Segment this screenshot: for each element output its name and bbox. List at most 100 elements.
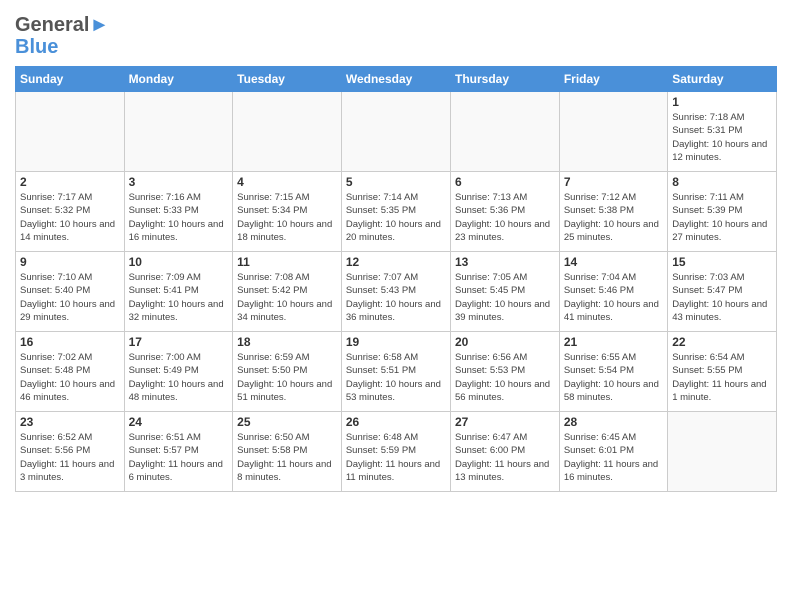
- day-number: 5: [346, 175, 446, 189]
- calendar-cell: 16 Sunrise: 7:02 AM Sunset: 5:48 PM Dayli…: [16, 332, 125, 412]
- day-info: Sunrise: 6:55 AM Sunset: 5:54 PM Dayligh…: [564, 351, 663, 404]
- calendar-cell: 28Sunrise: 6:45 AM Sunset: 6:01 PM Dayli…: [559, 412, 667, 492]
- day-info: Sunrise: 6:56 AM Sunset: 5:53 PM Dayligh…: [455, 351, 555, 404]
- calendar-cell: 27Sunrise: 6:47 AM Sunset: 6:00 PM Dayli…: [450, 412, 559, 492]
- day-info: Sunrise: 6:58 AM Sunset: 5:51 PM Dayligh…: [346, 351, 446, 404]
- day-info: Sunrise: 7:12 AM Sunset: 5:38 PM Dayligh…: [564, 191, 663, 244]
- calendar-cell: [668, 412, 777, 492]
- calendar-cell: 6Sunrise: 7:13 AM Sunset: 5:36 PM Daylig…: [450, 172, 559, 252]
- day-info: Sunrise: 6:51 AM Sunset: 5:57 PM Dayligh…: [129, 431, 229, 484]
- day-info: Sunrise: 6:52 AM Sunset: 5:56 PM Dayligh…: [20, 431, 120, 484]
- calendar-cell: 7 Sunrise: 7:12 AM Sunset: 5:38 PM Daylig…: [559, 172, 667, 252]
- calendar-cell: 21 Sunrise: 6:55 AM Sunset: 5:54 PM Dayli…: [559, 332, 667, 412]
- day-number: 18: [237, 335, 337, 349]
- day-number: 7: [564, 175, 663, 189]
- calendar-cell: 9 Sunrise: 7:10 AM Sunset: 5:40 PM Daylig…: [16, 252, 125, 332]
- day-info: Sunrise: 7:07 AM Sunset: 5:43 PM Dayligh…: [346, 271, 446, 324]
- day-number: 3: [129, 175, 229, 189]
- calendar-cell: 5 Sunrise: 7:14 AM Sunset: 5:35 PM Daylig…: [341, 172, 450, 252]
- day-number: 23: [20, 415, 120, 429]
- calendar-header-row: SundayMondayTuesdayWednesdayThursdayFrid…: [16, 67, 777, 92]
- day-number: 17: [129, 335, 229, 349]
- calendar-cell: [233, 92, 342, 172]
- day-number: 2: [20, 175, 120, 189]
- calendar-cell: 22 Sunrise: 6:54 AM Sunset: 5:55 PM Dayli…: [668, 332, 777, 412]
- day-number: 24: [129, 415, 229, 429]
- calendar-cell: 2 Sunrise: 7:17 AM Sunset: 5:32 PM Daylig…: [16, 172, 125, 252]
- calendar-cell: 4 Sunrise: 7:15 AM Sunset: 5:34 PM Daylig…: [233, 172, 342, 252]
- day-number: 22: [672, 335, 772, 349]
- calendar-cell: 11 Sunrise: 7:08 AM Sunset: 5:42 PM Dayli…: [233, 252, 342, 332]
- day-number: 10: [129, 255, 229, 269]
- day-number: 12: [346, 255, 446, 269]
- day-info: Sunrise: 7:17 AM Sunset: 5:32 PM Dayligh…: [20, 191, 120, 244]
- calendar-week-row: 1Sunrise: 7:18 AM Sunset: 5:31 PM Daylig…: [16, 92, 777, 172]
- day-info: Sunrise: 7:09 AM Sunset: 5:41 PM Dayligh…: [129, 271, 229, 324]
- day-info: Sunrise: 6:47 AM Sunset: 6:00 PM Dayligh…: [455, 431, 555, 484]
- calendar-weekday-monday: Monday: [124, 67, 233, 92]
- calendar-cell: [16, 92, 125, 172]
- day-info: Sunrise: 7:15 AM Sunset: 5:34 PM Dayligh…: [237, 191, 337, 244]
- day-number: 1: [672, 95, 772, 109]
- calendar-weekday-tuesday: Tuesday: [233, 67, 342, 92]
- day-number: 15: [672, 255, 772, 269]
- day-info: Sunrise: 7:13 AM Sunset: 5:36 PM Dayligh…: [455, 191, 555, 244]
- day-number: 4: [237, 175, 337, 189]
- calendar-cell: 10 Sunrise: 7:09 AM Sunset: 5:41 PM Dayli…: [124, 252, 233, 332]
- calendar-cell: 8 Sunrise: 7:11 AM Sunset: 5:39 PM Daylig…: [668, 172, 777, 252]
- calendar-cell: 23 Sunrise: 6:52 AM Sunset: 5:56 PM Dayli…: [16, 412, 125, 492]
- day-info: Sunrise: 6:59 AM Sunset: 5:50 PM Dayligh…: [237, 351, 337, 404]
- page-header: General► Blue: [15, 10, 777, 58]
- calendar-cell: [559, 92, 667, 172]
- day-info: Sunrise: 7:00 AM Sunset: 5:49 PM Dayligh…: [129, 351, 229, 404]
- day-number: 20: [455, 335, 555, 349]
- calendar-cell: 3 Sunrise: 7:16 AM Sunset: 5:33 PM Daylig…: [124, 172, 233, 252]
- calendar-cell: 26Sunrise: 6:48 AM Sunset: 5:59 PM Dayli…: [341, 412, 450, 492]
- day-number: 26: [346, 415, 446, 429]
- day-info: Sunrise: 7:05 AM Sunset: 5:45 PM Dayligh…: [455, 271, 555, 324]
- day-number: 19: [346, 335, 446, 349]
- calendar-weekday-friday: Friday: [559, 67, 667, 92]
- day-number: 21: [564, 335, 663, 349]
- calendar-cell: 20 Sunrise: 6:56 AM Sunset: 5:53 PM Dayli…: [450, 332, 559, 412]
- day-number: 9: [20, 255, 120, 269]
- calendar-cell: 18 Sunrise: 6:59 AM Sunset: 5:50 PM Dayli…: [233, 332, 342, 412]
- day-info: Sunrise: 7:08 AM Sunset: 5:42 PM Dayligh…: [237, 271, 337, 324]
- calendar-week-row: 2 Sunrise: 7:17 AM Sunset: 5:32 PM Daylig…: [16, 172, 777, 252]
- day-number: 14: [564, 255, 663, 269]
- day-info: Sunrise: 7:16 AM Sunset: 5:33 PM Dayligh…: [129, 191, 229, 244]
- day-info: Sunrise: 7:14 AM Sunset: 5:35 PM Dayligh…: [346, 191, 446, 244]
- day-info: Sunrise: 7:03 AM Sunset: 5:47 PM Dayligh…: [672, 271, 772, 324]
- day-number: 8: [672, 175, 772, 189]
- calendar-cell: 13 Sunrise: 7:05 AM Sunset: 5:45 PM Dayli…: [450, 252, 559, 332]
- day-info: Sunrise: 7:04 AM Sunset: 5:46 PM Dayligh…: [564, 271, 663, 324]
- calendar-week-row: 16 Sunrise: 7:02 AM Sunset: 5:48 PM Dayli…: [16, 332, 777, 412]
- day-number: 16: [20, 335, 120, 349]
- calendar-weekday-thursday: Thursday: [450, 67, 559, 92]
- day-number: 11: [237, 255, 337, 269]
- calendar-weekday-wednesday: Wednesday: [341, 67, 450, 92]
- calendar-cell: 17 Sunrise: 7:00 AM Sunset: 5:49 PM Dayli…: [124, 332, 233, 412]
- calendar-weekday-sunday: Sunday: [16, 67, 125, 92]
- day-number: 25: [237, 415, 337, 429]
- calendar-cell: 15 Sunrise: 7:03 AM Sunset: 5:47 PM Dayli…: [668, 252, 777, 332]
- calendar-cell: [341, 92, 450, 172]
- calendar-cell: [124, 92, 233, 172]
- day-info: Sunrise: 7:02 AM Sunset: 5:48 PM Dayligh…: [20, 351, 120, 404]
- calendar-weekday-saturday: Saturday: [668, 67, 777, 92]
- calendar-cell: 14 Sunrise: 7:04 AM Sunset: 5:46 PM Dayli…: [559, 252, 667, 332]
- day-info: Sunrise: 6:54 AM Sunset: 5:55 PM Dayligh…: [672, 351, 772, 404]
- calendar-cell: 19 Sunrise: 6:58 AM Sunset: 5:51 PM Dayli…: [341, 332, 450, 412]
- day-info: Sunrise: 6:50 AM Sunset: 5:58 PM Dayligh…: [237, 431, 337, 484]
- day-info: Sunrise: 7:11 AM Sunset: 5:39 PM Dayligh…: [672, 191, 772, 244]
- logo-text: General► Blue: [15, 14, 109, 58]
- main-container: General► Blue SundayMondayTuesdayWednesd…: [0, 0, 792, 497]
- calendar-cell: 24 Sunrise: 6:51 AM Sunset: 5:57 PM Dayli…: [124, 412, 233, 492]
- calendar-cell: [450, 92, 559, 172]
- calendar-week-row: 9 Sunrise: 7:10 AM Sunset: 5:40 PM Daylig…: [16, 252, 777, 332]
- day-info: Sunrise: 7:10 AM Sunset: 5:40 PM Dayligh…: [20, 271, 120, 324]
- calendar-week-row: 23 Sunrise: 6:52 AM Sunset: 5:56 PM Dayli…: [16, 412, 777, 492]
- calendar-cell: 25 Sunrise: 6:50 AM Sunset: 5:58 PM Dayli…: [233, 412, 342, 492]
- day-number: 13: [455, 255, 555, 269]
- calendar-cell: 1Sunrise: 7:18 AM Sunset: 5:31 PM Daylig…: [668, 92, 777, 172]
